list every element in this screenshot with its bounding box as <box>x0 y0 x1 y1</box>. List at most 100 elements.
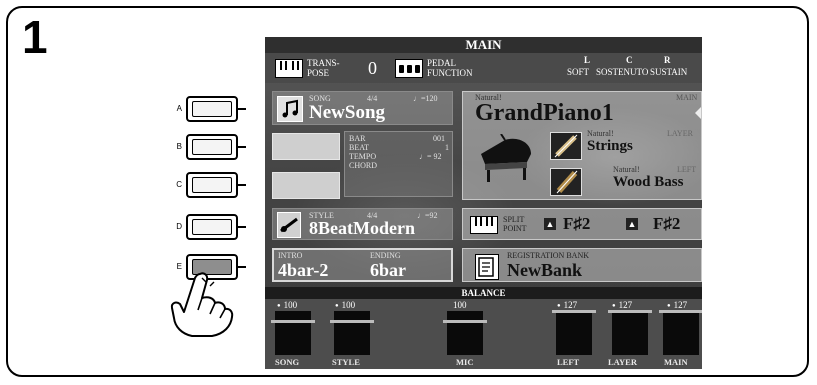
balance-mixer: 100 SONG 100 STYLE 100 MIC 127 LEFT 127 … <box>265 299 702 369</box>
intro-value: 4bar-2 <box>278 260 329 280</box>
pedal-r: R <box>664 55 671 65</box>
button-e-connector <box>238 266 246 268</box>
style-name: 8BeatModern <box>309 218 415 238</box>
pedal-icon <box>395 59 423 78</box>
song-tempo: ♩=120 <box>413 94 438 103</box>
lyrics-button[interactable] <box>272 133 340 160</box>
button-a[interactable] <box>186 96 238 122</box>
button-b[interactable] <box>186 134 238 160</box>
layer-voice-category: Natural! <box>587 129 614 138</box>
layer-voice-name[interactable]: Strings <box>587 138 633 155</box>
pedal-soft: SOFT <box>567 67 590 77</box>
button-d[interactable] <box>186 214 238 240</box>
style-panel[interactable]: STYLE 4/4 ♩=92 8BeatModern <box>272 208 453 240</box>
violin-icon <box>550 132 582 160</box>
intro-ending-panel[interactable]: INTRO 4bar-2 ENDING 6bar <box>272 248 453 282</box>
pedal-l: L <box>584 55 591 65</box>
score-button[interactable] <box>272 172 340 199</box>
mic-level-value: 100 <box>453 300 467 310</box>
button-letter-c: C <box>176 180 182 189</box>
style-channel-label: STYLE <box>332 357 360 367</box>
registration-bank-panel[interactable]: REGISTRATION BANK NewBank <box>462 248 702 282</box>
transpose-label-top: TRANS- <box>307 58 340 68</box>
layer-channel-label: LAYER <box>608 357 637 367</box>
split-label-bottom: POINT <box>503 224 527 233</box>
pedal-c: C <box>626 55 633 65</box>
mic-fader-slot[interactable] <box>443 311 487 355</box>
lcd-screen: MAIN TRANS- POSE 0 PEDAL FUNCTION L C R … <box>265 37 702 369</box>
left-voice-category: Natural! <box>613 165 640 174</box>
main-level-value: 127 <box>667 300 688 310</box>
button-c-connector <box>238 184 246 186</box>
left-fader-slot[interactable] <box>552 310 596 355</box>
balance-title: BALANCE <box>265 287 702 299</box>
song-panel[interactable]: SONG 4/4 ♩=120 NewSong <box>272 91 453 125</box>
layer-fader-slot[interactable] <box>608 310 652 355</box>
step-number: 1 <box>22 11 48 63</box>
button-d-connector <box>238 226 246 228</box>
ending-label: ENDING <box>370 251 401 260</box>
style-fader-slot[interactable] <box>330 311 374 355</box>
song-name: NewSong <box>309 102 386 123</box>
registration-icon <box>475 254 499 280</box>
left-split-icon: ▲ <box>544 218 556 230</box>
split-keyboard-icon <box>470 216 498 234</box>
bass-icon <box>550 168 582 196</box>
tempo-value: ♩= 92 <box>419 152 442 161</box>
button-c[interactable] <box>186 172 238 198</box>
keyboard-icon <box>275 59 303 78</box>
song-fader-slot[interactable] <box>271 311 315 355</box>
song-position-panel: BAR 001 BEAT 1 TEMPO ♩= 92 CHORD <box>344 131 453 197</box>
chord-label: CHORD <box>349 161 378 170</box>
style-level-value: 100 <box>335 300 356 310</box>
song-level-value: 100 <box>277 300 298 310</box>
main-fader[interactable] <box>659 310 702 313</box>
main-voice-name[interactable]: GrandPiano1 <box>475 100 614 127</box>
right-split-icon: ▲ <box>626 218 638 230</box>
bar-label: BAR <box>349 134 366 143</box>
beat-label: BEAT <box>349 143 369 152</box>
tempo-label: TEMPO <box>349 152 377 161</box>
button-letter-a: A <box>176 104 182 113</box>
left-split-value: F♯2 <box>563 214 591 233</box>
beat-value: 1 <box>445 143 449 152</box>
left-channel-label: LEFT <box>557 357 580 367</box>
grand-piano-icon <box>481 134 531 182</box>
song-channel-label: SONG <box>275 357 300 367</box>
registration-name: NewBank <box>507 260 583 280</box>
right-split-value: F♯2 <box>653 214 681 233</box>
split-label-top: SPLIT <box>503 215 525 224</box>
pedal-label-top: PEDAL <box>427 58 456 68</box>
top-status-strip: TRANS- POSE 0 PEDAL FUNCTION L C R SOFT … <box>265 53 702 83</box>
main-voice-part: MAIN <box>676 93 698 102</box>
button-b-connector <box>238 146 246 148</box>
song-fader[interactable] <box>271 320 315 323</box>
button-letter-b: B <box>176 142 182 151</box>
transpose-value: 0 <box>368 58 377 78</box>
main-channel-label: MAIN <box>664 357 688 367</box>
voice-panel[interactable]: Natural! MAIN GrandPiano1 Natural! LAYER… <box>462 91 702 200</box>
screen-title: MAIN <box>265 37 702 53</box>
bar-value: 001 <box>433 134 445 143</box>
left-fader[interactable] <box>552 310 596 313</box>
pedal-sostenuto: SOSTENUTO <box>596 67 649 77</box>
layer-voice-part: LAYER <box>667 129 693 138</box>
layer-level-value: 127 <box>612 300 633 310</box>
main-fader-slot[interactable] <box>659 310 702 355</box>
left-voice-name[interactable]: Wood Bass <box>613 174 683 191</box>
ending-value: 6bar <box>370 260 406 280</box>
mic-fader[interactable] <box>443 320 487 323</box>
intro-label: INTRO <box>278 251 303 260</box>
button-a-connector <box>238 108 246 110</box>
pointing-hand-icon <box>170 272 234 337</box>
voice-arrow-icon <box>695 107 701 119</box>
transpose-label-bottom: POSE <box>307 68 330 78</box>
style-icon <box>277 212 301 238</box>
left-level-value: 127 <box>557 300 578 310</box>
split-point-panel[interactable]: SPLIT POINT ▲ F♯2 ▲ F♯2 <box>462 208 702 240</box>
style-fader[interactable] <box>330 320 374 323</box>
pedal-sustain: SUSTAIN <box>650 67 688 77</box>
pedal-label-bottom: FUNCTION <box>427 68 473 78</box>
button-letter-d: D <box>176 222 182 231</box>
layer-fader[interactable] <box>608 310 652 313</box>
